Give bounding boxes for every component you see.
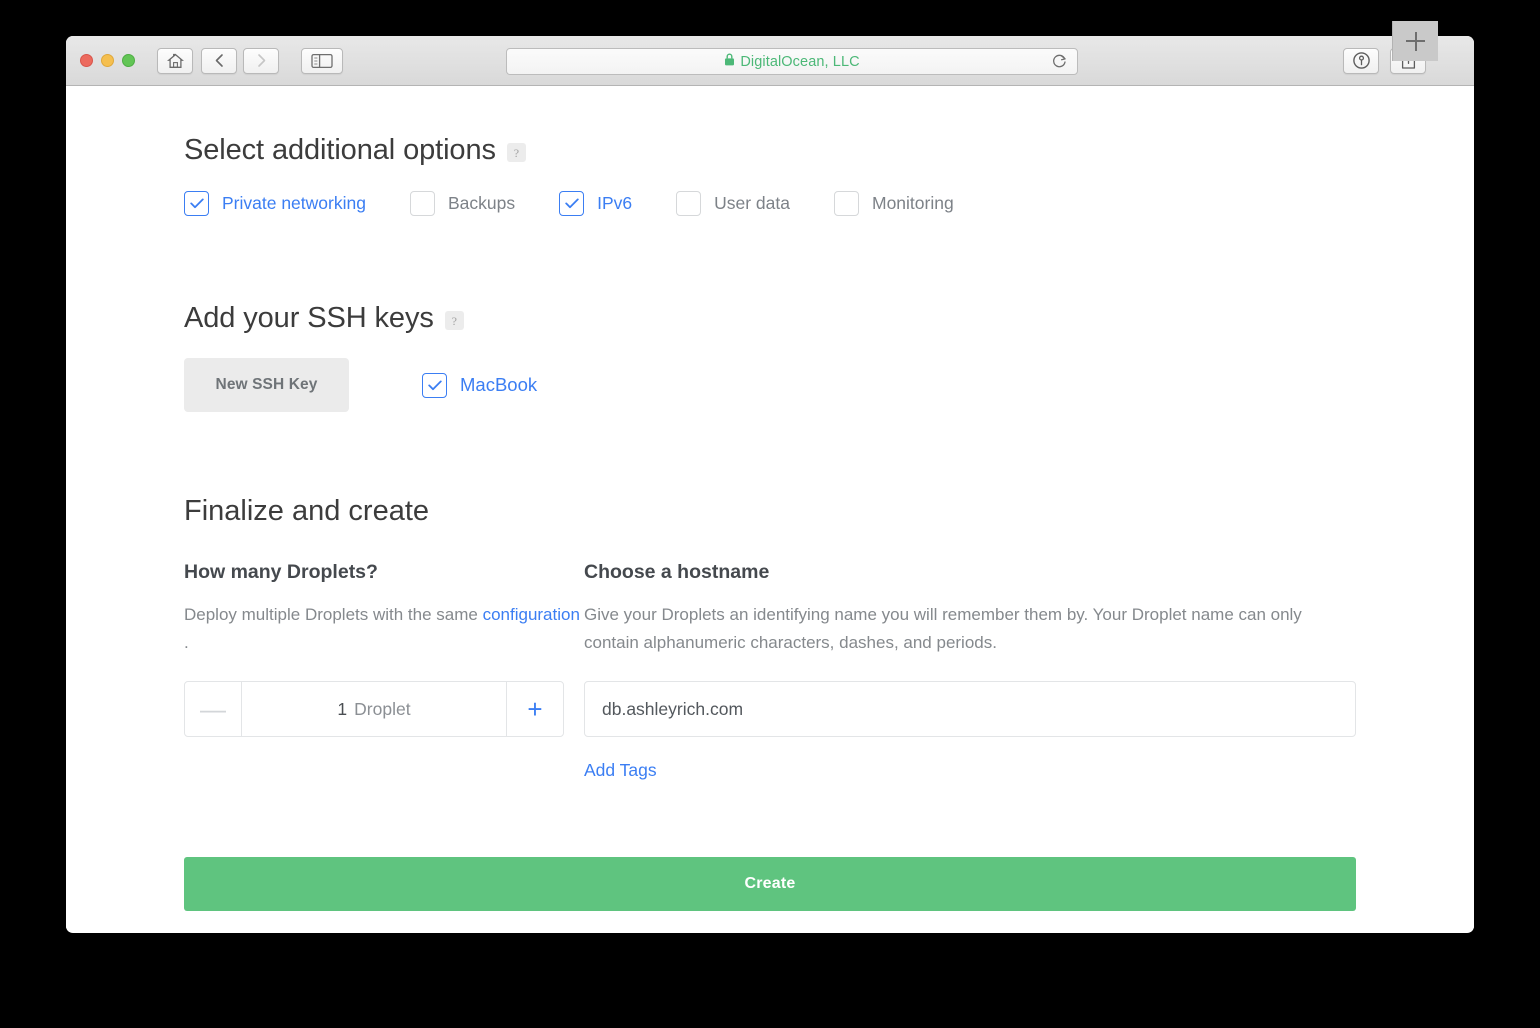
option-private-networking[interactable]: Private networking — [184, 191, 366, 216]
option-backups[interactable]: Backups — [409, 191, 516, 216]
droplet-count-value: 1 — [337, 698, 348, 719]
ssh-keys-row: New SSH Key MacBook — [184, 358, 1356, 412]
droplet-count-display: 1 Droplet — [242, 682, 506, 736]
droplet-desc-part1: Deploy multiple Droplets with the same — [184, 605, 483, 624]
site-identity: DigitalOcean, LLC — [724, 53, 860, 70]
create-button[interactable]: Create — [184, 857, 1356, 912]
finalize-title: Finalize and create — [184, 495, 430, 527]
finalize-section: Finalize and create How many Droplets? D… — [184, 495, 1356, 912]
droplet-count-description: Deploy multiple Droplets with the same c… — [184, 601, 584, 656]
additional-options-title: Select additional options ? — [184, 134, 1356, 167]
option-label: Private networking — [222, 193, 366, 213]
window-controls — [80, 54, 135, 67]
option-label: Backups — [447, 193, 516, 213]
browser-toolbar: DigitalOcean, LLC — [66, 36, 1474, 86]
sidebar-toggle-icon — [311, 53, 333, 69]
reload-button[interactable] — [1051, 53, 1068, 70]
new-ssh-key-button[interactable]: New SSH Key — [184, 358, 349, 412]
new-tab-button[interactable] — [1392, 21, 1438, 61]
sidebar-toggle-button[interactable] — [301, 47, 343, 74]
help-icon[interactable]: ? — [506, 143, 526, 162]
checkbox-unchecked-icon[interactable] — [676, 191, 702, 216]
back-button[interactable] — [201, 47, 237, 74]
page-content: Select additional options ? Private netw… — [66, 86, 1474, 932]
toolbar-navigation — [157, 47, 343, 74]
option-label: IPv6 — [597, 193, 633, 213]
ssh-key-macbook[interactable]: MacBook — [422, 372, 538, 398]
ssh-keys-title: Add your SSH keys ? — [184, 302, 1356, 335]
maximize-window-button[interactable] — [122, 54, 135, 67]
checkbox-checked-icon[interactable] — [184, 191, 209, 216]
reload-icon — [1051, 54, 1068, 74]
additional-options-title-text: Select additional options — [184, 134, 496, 166]
checkbox-unchecked-icon[interactable] — [834, 191, 859, 216]
minimize-window-button[interactable] — [101, 54, 114, 67]
forward-icon — [255, 53, 268, 68]
option-label: User data — [714, 193, 790, 213]
droplet-count-column: How many Droplets? Deploy multiple Dropl… — [184, 561, 584, 781]
hostname-input[interactable]: db.ashleyrich.com — [584, 681, 1356, 738]
checkbox-checked-icon[interactable] — [422, 372, 447, 398]
browser-window: DigitalOcean, LLC Select additional opti… — [66, 36, 1474, 933]
additional-options-section: Select additional options ? Private netw… — [184, 86, 1356, 216]
forward-button[interactable] — [243, 47, 279, 74]
ssh-keys-title-text: Add your SSH keys — [184, 302, 434, 334]
additional-options-list: Private networking Backups IPv6 User dat… — [184, 191, 1356, 216]
hostname-title: Choose a hostname — [584, 561, 770, 583]
hostname-description: Give your Droplets an identifying name y… — [584, 605, 1302, 652]
lock-icon — [724, 53, 735, 70]
home-icon — [166, 53, 184, 69]
option-label: Monitoring — [872, 193, 954, 213]
configuration-link[interactable]: configuration — [483, 605, 580, 624]
add-tags-link[interactable]: Add Tags — [584, 760, 657, 781]
site-identity-label: DigitalOcean, LLC — [740, 53, 860, 70]
close-window-button[interactable] — [80, 54, 93, 67]
decrement-droplets-button[interactable]: — — [185, 682, 242, 737]
droplet-count-unit: Droplet — [354, 698, 411, 719]
checkbox-checked-icon[interactable] — [559, 191, 585, 216]
plus-icon — [1406, 31, 1425, 51]
hostname-column: Choose a hostname Give your Droplets an … — [584, 561, 1356, 781]
help-icon[interactable]: ? — [444, 311, 464, 330]
option-user-data[interactable]: User data — [676, 191, 790, 216]
back-icon — [213, 53, 226, 68]
increment-droplets-button[interactable]: + — [506, 682, 563, 737]
finalize-columns: How many Droplets? Deploy multiple Dropl… — [184, 561, 1356, 781]
address-bar[interactable]: DigitalOcean, LLC — [506, 48, 1078, 75]
home-button[interactable] — [157, 47, 193, 74]
checkbox-unchecked-icon[interactable] — [409, 191, 435, 216]
droplet-quantity-stepper: — 1 Droplet + — [184, 681, 564, 738]
ssh-key-label: MacBook — [460, 374, 538, 395]
option-monitoring[interactable]: Monitoring — [834, 191, 954, 216]
onepassword-icon — [1352, 51, 1371, 70]
onepassword-button[interactable] — [1343, 47, 1379, 74]
droplet-count-title: How many Droplets? — [184, 561, 378, 583]
ssh-keys-section: Add your SSH keys ? New SSH Key MacBook — [184, 302, 1356, 412]
droplet-desc-part2: . — [184, 632, 189, 652]
option-ipv6[interactable]: IPv6 — [559, 191, 632, 216]
